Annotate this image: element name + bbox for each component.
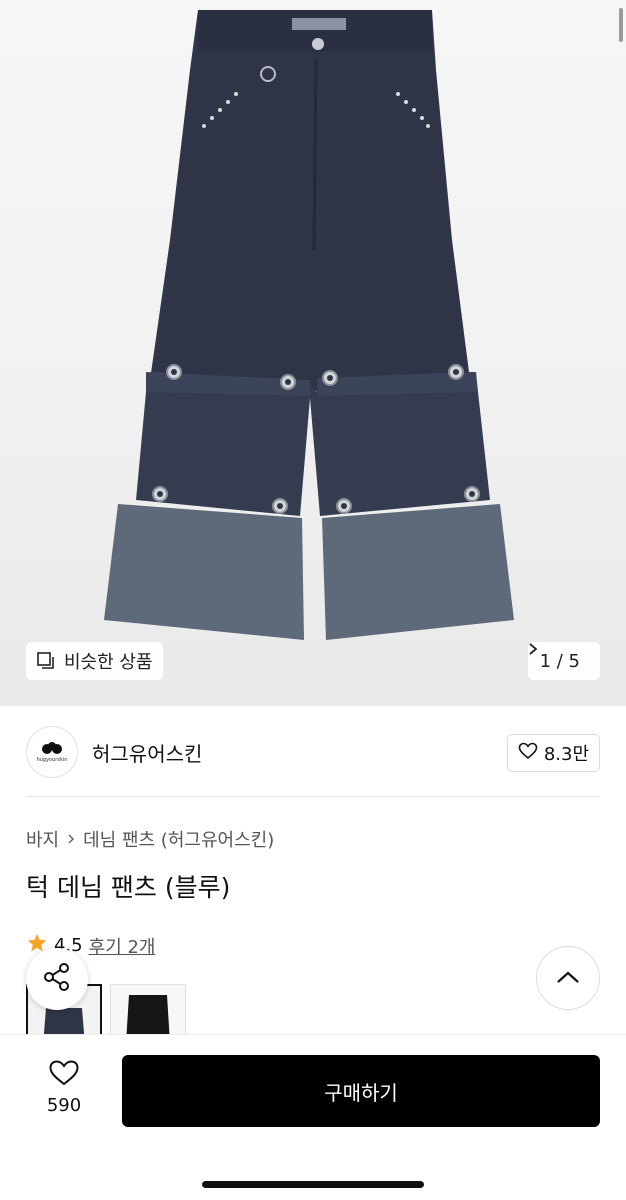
share-icon <box>42 962 72 996</box>
brand-name[interactable]: 허그유어스킨 <box>92 738 202 767</box>
bottom-action-bar: 590 구매하기 <box>0 1034 626 1200</box>
image-counter[interactable]: 1 / 5 <box>527 642 600 680</box>
copy-icon <box>36 651 56 671</box>
brand-logo-text: hugyourskin <box>36 756 68 763</box>
breadcrumb-category[interactable]: 바지 <box>26 826 59 852</box>
scroll-top-button[interactable] <box>536 946 600 1010</box>
brand-logo[interactable]: hugyourskin <box>26 726 78 778</box>
breadcrumb-subcategory[interactable]: 데님 팬츠 (허그유어스킨) <box>83 826 274 852</box>
heart-icon <box>48 1059 80 1091</box>
chevron-up-icon <box>556 969 580 988</box>
product-photo <box>104 10 514 640</box>
image-counter-text: 1 / 5 <box>539 650 580 672</box>
brand-like-count: 8.3만 <box>543 744 589 765</box>
divider <box>26 796 600 797</box>
brand-logo-mark <box>42 741 62 754</box>
reviews-link[interactable]: 후기 2개 <box>89 933 156 959</box>
wishlist-button[interactable]: 590 <box>26 1059 102 1116</box>
breadcrumb: 바지 데님 팬츠 (허그유어스킨) <box>26 826 274 852</box>
brand-like-button[interactable]: 8.3만 <box>506 734 600 772</box>
scroll-indicator <box>619 8 623 42</box>
similar-products-button[interactable]: 비슷한 상품 <box>26 642 163 680</box>
share-button[interactable] <box>26 948 88 1010</box>
product-title: 턱 데님 팬츠 (블루) <box>26 873 231 902</box>
heart-icon <box>518 742 538 765</box>
chevron-right-icon <box>67 829 75 850</box>
product-image-carousel[interactable]: 비슷한 상품 1 / 5 <box>0 0 626 706</box>
wishlist-count: 590 <box>46 1095 82 1116</box>
home-indicator <box>202 1181 424 1188</box>
similar-products-label: 비슷한 상품 <box>64 652 153 673</box>
brand-row[interactable]: hugyourskin 허그유어스킨 8.3만 <box>26 726 600 778</box>
buy-button[interactable]: 구매하기 <box>122 1055 600 1127</box>
